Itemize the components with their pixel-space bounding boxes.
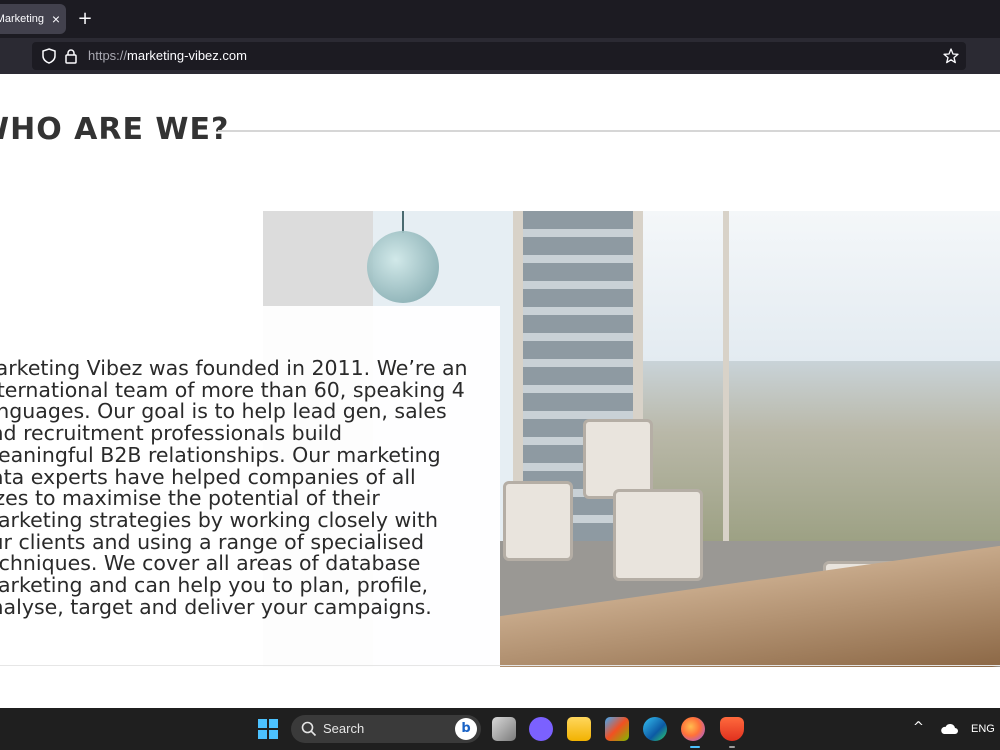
chair [613, 489, 703, 581]
about-paragraph: Marketing Vibez was founded in 2011. We’… [0, 356, 468, 619]
teams-chat-icon[interactable] [529, 717, 553, 741]
firefox-icon[interactable] [681, 717, 705, 741]
chair [583, 419, 653, 499]
browser-tab-bar: Marketing Vibes – Your Marketing × + [0, 0, 1000, 38]
url-protocol: https:// [88, 48, 128, 63]
brave-running-indicator [729, 746, 735, 748]
task-view-icon[interactable] [492, 717, 516, 741]
taskbar: Search b ^ ENG [0, 708, 1000, 750]
heading-divider [218, 130, 1000, 132]
onedrive-cloud-icon[interactable] [939, 720, 959, 738]
bing-icon[interactable]: b [455, 718, 477, 740]
search-icon [301, 721, 317, 737]
bookmark-star-icon[interactable] [942, 47, 960, 65]
pendant-lamp [367, 231, 439, 303]
taskbar-search[interactable]: Search b [291, 715, 481, 743]
file-explorer-icon[interactable] [567, 717, 591, 741]
tab-close-icon[interactable]: × [52, 4, 60, 34]
tracking-protection-shield-icon[interactable] [42, 48, 56, 64]
firefox-active-indicator [690, 746, 700, 748]
language-indicator[interactable]: ENG [971, 708, 995, 750]
web-page: WHO ARE WE? Marketing Vibez was founded … [0, 74, 1000, 708]
url-host: marketing-vibez.com [127, 48, 247, 63]
new-tab-button[interactable]: + [76, 6, 94, 32]
chair [503, 481, 573, 561]
browser-nav-bar: https://marketing-vibez.com [0, 38, 1000, 74]
windows-start-icon[interactable] [258, 719, 278, 739]
section-divider [0, 665, 1000, 666]
show-hidden-icons-chevron-icon[interactable]: ^ [913, 720, 924, 735]
section-heading: WHO ARE WE? [0, 112, 230, 147]
microsoft-store-icon[interactable] [605, 717, 629, 741]
tab-title: Marketing Vibes – Your Marketing [0, 13, 44, 25]
url-text[interactable]: https://marketing-vibez.com [88, 42, 247, 70]
photo-sky [643, 211, 1000, 361]
lock-icon[interactable] [64, 48, 78, 64]
about-text-card: Marketing Vibez was founded in 2011. We’… [0, 306, 500, 667]
url-bar[interactable]: https://marketing-vibez.com [32, 42, 966, 70]
browser-tab[interactable]: Marketing Vibes – Your Marketing × [0, 4, 66, 34]
lamp-cord [402, 211, 404, 233]
brave-icon[interactable] [720, 717, 744, 741]
search-label: Search [323, 721, 365, 736]
edge-icon[interactable] [643, 717, 667, 741]
